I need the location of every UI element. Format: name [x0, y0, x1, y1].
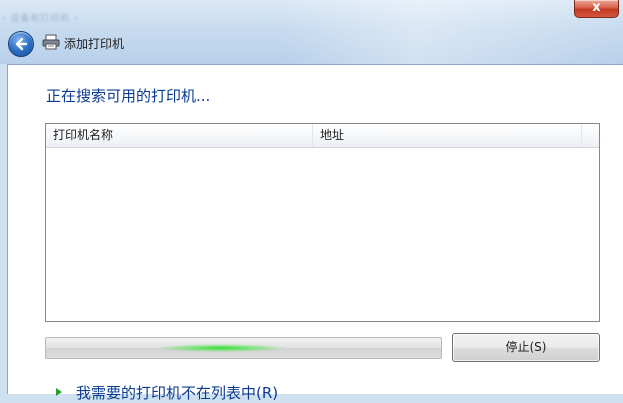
column-header-extra[interactable] [582, 124, 599, 147]
close-icon: x [592, 0, 601, 15]
printer-list[interactable]: 打印机名称 地址 [45, 123, 600, 322]
column-header-printer-name[interactable]: 打印机名称 [46, 124, 313, 147]
green-arrow-icon [56, 388, 62, 396]
title-bar: ‹ 设备和打印机 › [0, 0, 623, 64]
back-button[interactable] [8, 31, 34, 57]
glass-reflection [280, 0, 623, 64]
list-header: 打印机名称 地址 [46, 124, 599, 148]
back-arrow-icon [15, 37, 28, 51]
progress-glow [156, 344, 286, 352]
window-title: 添加打印机 [64, 37, 125, 51]
search-progress-bar [45, 337, 442, 359]
printer-icon [42, 34, 60, 50]
background-window-title: ‹ 设备和打印机 › [2, 14, 79, 24]
column-header-address[interactable]: 地址 [313, 124, 582, 147]
stop-button[interactable]: 停止(S) [452, 333, 600, 362]
close-button[interactable]: x [574, 0, 619, 18]
page-heading: 正在搜索可用的打印机... [46, 87, 211, 105]
